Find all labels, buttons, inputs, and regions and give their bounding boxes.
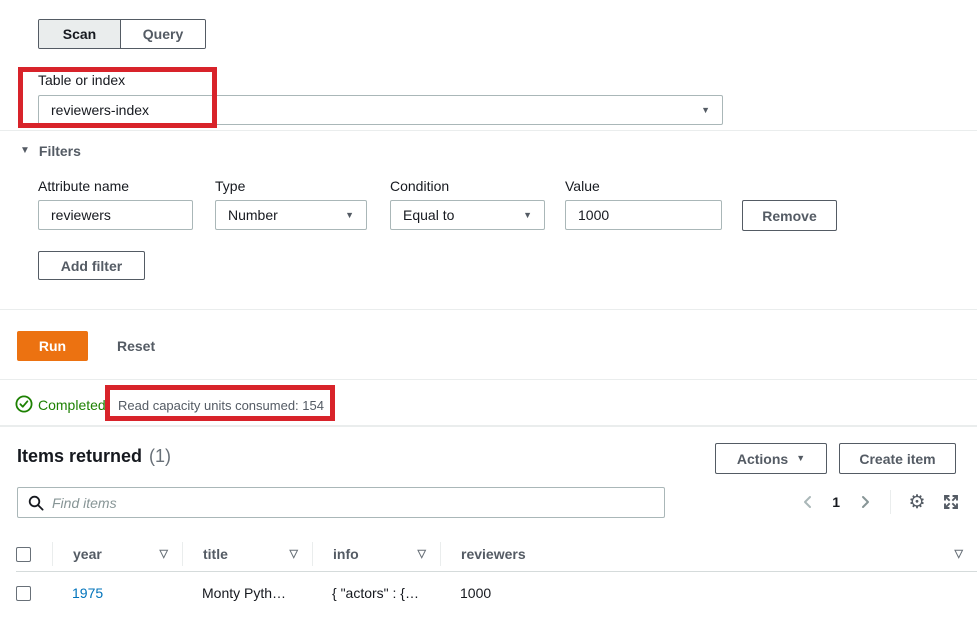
divider (0, 309, 977, 310)
items-returned-title: Items returned (17, 446, 143, 466)
year-link[interactable]: 1975 (72, 585, 103, 601)
divider (0, 130, 977, 131)
results-table: year ▽ title ▽ info ▽ reviewers ▽ 1975 M… (16, 537, 977, 614)
column-label: year (73, 546, 102, 562)
value-label: Value (565, 178, 600, 194)
fullscreen-expand-icon[interactable] (939, 490, 963, 514)
chevron-down-icon: ▼ (701, 104, 710, 115)
items-returned-header: Items returned (1) (17, 446, 171, 467)
remove-filter-button[interactable]: Remove (742, 200, 837, 231)
attribute-name-label: Attribute name (38, 178, 130, 194)
column-header-title[interactable]: title ▽ (182, 542, 312, 566)
type-label: Type (215, 178, 246, 194)
column-header-info[interactable]: info ▽ (312, 542, 440, 566)
attribute-name-field[interactable]: reviewers (38, 200, 193, 230)
row-select-cell (16, 585, 52, 601)
select-all-checkbox[interactable] (16, 546, 31, 562)
scan-query-tabs: Scan Query (38, 19, 206, 49)
tab-scan[interactable]: Scan (39, 20, 121, 48)
cell-reviewers: 1000 (460, 585, 492, 601)
table-or-index-select[interactable]: reviewers-index ▼ (38, 95, 723, 125)
actions-button[interactable]: Actions ▼ (715, 443, 827, 474)
status-detail-text: Read capacity units consumed: 154 (118, 398, 324, 413)
type-select[interactable]: Number ▼ (215, 200, 367, 230)
sort-icon[interactable]: ▽ (290, 548, 298, 560)
check-circle-icon (15, 395, 33, 413)
add-filter-button[interactable]: Add filter (38, 251, 145, 280)
value-value: 1000 (578, 207, 610, 223)
column-label: title (203, 546, 228, 562)
filters-heading: Filters (38, 143, 81, 159)
divider (890, 490, 891, 514)
table-or-index-value: reviewers-index (51, 102, 150, 118)
column-label: info (333, 546, 359, 562)
page-number[interactable]: 1 (828, 494, 844, 510)
table-header-row: year ▽ title ▽ info ▽ reviewers ▽ (16, 537, 977, 572)
search-input[interactable] (52, 494, 654, 511)
create-item-button[interactable]: Create item (839, 443, 956, 474)
chevron-down-icon: ▼ (523, 209, 532, 220)
settings-gear-icon[interactable]: ⚙ (905, 490, 929, 514)
type-value: Number (228, 207, 278, 223)
chevron-right-icon[interactable] (854, 491, 876, 513)
chevron-down-icon: ▼ (345, 209, 354, 220)
cell-info: { "actors" : {… (332, 585, 419, 601)
reset-button[interactable]: Reset (117, 338, 155, 354)
chevron-left-icon[interactable] (796, 491, 818, 513)
chevron-down-icon: ▼ (20, 145, 30, 156)
tab-query[interactable]: Query (121, 20, 205, 48)
cell-title: Monty Pyth… (202, 585, 287, 601)
table-row: 1975 Monty Pyth… { "actors" : {… 1000 (16, 572, 977, 614)
chevron-down-icon: ▼ (796, 453, 806, 463)
attribute-name-value: reviewers (51, 207, 111, 223)
select-all-cell (16, 542, 52, 566)
table-or-index-label: Table or index (38, 72, 126, 88)
column-label: reviewers (461, 546, 526, 562)
condition-value: Equal to (403, 207, 455, 223)
search-icon (28, 495, 44, 511)
condition-select[interactable]: Equal to ▼ (390, 200, 545, 230)
status-text: Completed (38, 397, 106, 413)
sort-icon[interactable]: ▽ (418, 548, 426, 560)
find-items-search[interactable] (17, 487, 665, 518)
pagination: 1 ⚙ (796, 490, 963, 514)
divider (0, 379, 977, 380)
sort-icon[interactable]: ▽ (160, 548, 168, 560)
sort-icon[interactable]: ▽ (955, 548, 963, 560)
row-checkbox[interactable] (16, 585, 31, 601)
column-header-year[interactable]: year ▽ (52, 542, 182, 566)
filters-toggle[interactable]: ▼ Filters (20, 143, 81, 159)
run-button[interactable]: Run (17, 331, 88, 361)
value-field[interactable]: 1000 (565, 200, 722, 230)
actions-button-label: Actions (736, 450, 789, 467)
divider (0, 425, 977, 427)
cell-year: 1975 (52, 585, 182, 601)
condition-label: Condition (390, 178, 450, 194)
items-returned-count: (1) (149, 446, 172, 466)
column-header-reviewers[interactable]: reviewers ▽ (440, 542, 977, 566)
